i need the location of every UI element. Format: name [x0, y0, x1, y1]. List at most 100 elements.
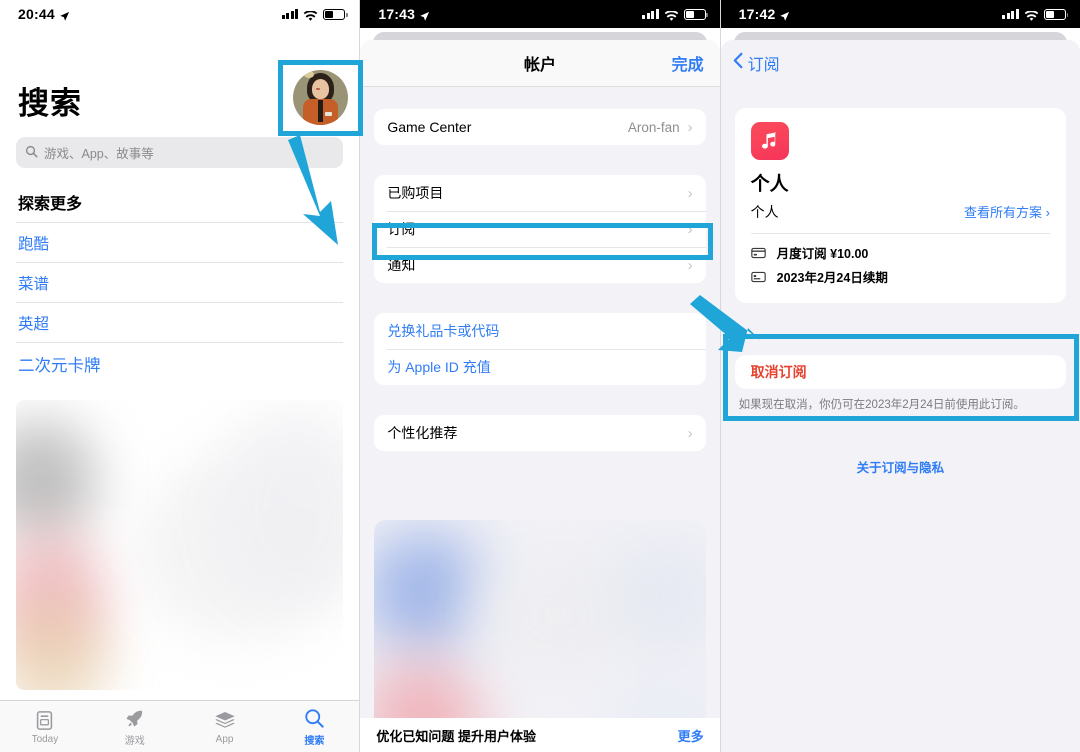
- status-right: [1002, 8, 1069, 21]
- search-icon: [25, 145, 38, 161]
- explore-link-0[interactable]: 跑酷: [16, 222, 344, 262]
- status-time: 20:44: [18, 6, 55, 22]
- price-line: 月度订阅 ¥10.00: [750, 243, 1050, 262]
- more-button[interactable]: 更多: [678, 726, 704, 745]
- card-divider: [750, 233, 1050, 234]
- chevron-right-icon: ›: [687, 424, 693, 442]
- search-placeholder: 游戏、App、故事等: [44, 147, 154, 161]
- row-label: 兑换礼品卡或代码: [387, 323, 500, 339]
- about-subscriptions-privacy-link[interactable]: 关于订阅与隐私: [721, 457, 1080, 476]
- credit-card-icon: [750, 246, 766, 259]
- subscription-app-name: 个人: [750, 174, 789, 195]
- cancel-note: 如果现在取消，你仍可在2023年2月24日前使用此订阅。: [738, 399, 1025, 411]
- page-title: 帐户: [523, 57, 556, 74]
- battery-icon: [683, 8, 709, 20]
- rocket-icon: [124, 707, 145, 730]
- explore-link-2[interactable]: 英超: [16, 302, 344, 342]
- panel-subscription-detail: 17:42 订阅 个人 个人 查看所有方案 › 月度订阅 ¥10.00 2023…: [719, 0, 1080, 752]
- row-label: Game Center: [387, 119, 472, 135]
- account-group-recommendations: 个性化推荐 ›: [374, 415, 706, 451]
- status-time: 17:42: [738, 6, 776, 22]
- account-nav-bar: 帐户 完成: [360, 40, 720, 87]
- row-label: 为 Apple ID 充值: [387, 359, 491, 375]
- row-redeem-gift-card[interactable]: 兑换礼品卡或代码: [374, 313, 705, 349]
- explore-link-1[interactable]: 菜谱: [16, 262, 344, 302]
- tab-search-label: 搜索: [304, 735, 325, 747]
- status-right: [642, 8, 709, 21]
- row-personalized-recommendations[interactable]: 个性化推荐 ›: [374, 415, 705, 451]
- status-right: [281, 8, 348, 21]
- tab-app[interactable]: App: [180, 701, 270, 752]
- tab-today-label: Today: [31, 733, 59, 745]
- bottom-promo-text: 优化已知问题 提升用户体验: [376, 728, 536, 744]
- plan-row: 个人 查看所有方案 ›: [751, 202, 1050, 222]
- status-left: 20:44: [18, 6, 70, 22]
- bottom-promo-bar[interactable]: 优化已知问题 提升用户体验 更多: [360, 718, 720, 752]
- sheet-stack: 帐户 完成 Game Center Aron-fan › 已购项目 › 订阅 ›…: [360, 28, 720, 752]
- explore-more-heading: 探索更多: [18, 196, 83, 213]
- plan-name: 个人: [750, 204, 779, 220]
- renew-line: 2023年2月24日续期: [750, 267, 1050, 286]
- row-subscriptions[interactable]: 订阅 ›: [374, 211, 706, 247]
- status-bar-panel3: 17:42: [720, 0, 1080, 28]
- row-add-funds[interactable]: 为 Apple ID 充值: [374, 349, 706, 385]
- tab-games-label: 游戏: [124, 735, 145, 747]
- blurred-content-preview: [16, 400, 344, 690]
- location-arrow-icon: [419, 9, 430, 21]
- signal-bars-icon: [281, 9, 299, 19]
- calendar-icon: [750, 270, 766, 283]
- location-arrow-icon: [779, 9, 790, 21]
- wifi-icon: [303, 9, 318, 21]
- three-panel-tutorial: 20:44 搜索 游戏、App、故事等 探索更多 跑酷 菜谱 英超 二次元卡牌 …: [0, 0, 1080, 752]
- tab-search[interactable]: 搜索: [269, 701, 359, 752]
- account-group-main: 已购项目 › 订阅 › 通知 ›: [374, 175, 706, 283]
- chevron-left-icon: [733, 52, 743, 74]
- stack-icon: [214, 709, 236, 732]
- row-notifications[interactable]: 通知 ›: [374, 247, 706, 283]
- apple-music-icon: [750, 122, 789, 160]
- sheet-stack: 订阅 个人 个人 查看所有方案 › 月度订阅 ¥10.00 2023年2月24日…: [720, 28, 1080, 752]
- subscription-sheet: 订阅 个人 个人 查看所有方案 › 月度订阅 ¥10.00 2023年2月24日…: [720, 40, 1080, 752]
- row-label: 个性化推荐: [387, 425, 458, 441]
- tab-games[interactable]: 游戏: [90, 701, 180, 752]
- wifi-icon: [664, 9, 679, 21]
- cancel-subscription-label: 取消订阅: [750, 364, 807, 380]
- panel1-content: 搜索 游戏、App、故事等 探索更多 跑酷 菜谱 英超 二次元卡牌: [0, 78, 359, 690]
- subscription-card: 个人 个人 查看所有方案 › 月度订阅 ¥10.00 2023年2月24日续期: [734, 108, 1066, 303]
- chevron-right-icon: ›: [687, 184, 693, 202]
- back-button[interactable]: 订阅: [721, 40, 1080, 86]
- tab-today[interactable]: Today: [0, 701, 90, 752]
- row-value: Aron-fan: [627, 119, 680, 135]
- location-arrow-icon: [59, 9, 70, 21]
- price-text: 月度订阅 ¥10.00: [776, 247, 869, 261]
- row-purchased[interactable]: 已购项目 ›: [374, 175, 705, 211]
- cancel-subscription-button[interactable]: 取消订阅: [734, 355, 1066, 389]
- renew-text: 2023年2月24日续期: [776, 271, 888, 285]
- status-time: 17:43: [378, 6, 416, 22]
- chevron-right-icon: ›: [687, 118, 693, 136]
- row-game-center[interactable]: Game Center Aron-fan ›: [374, 109, 705, 145]
- account-group-giftcards: 兑换礼品卡或代码 为 Apple ID 充值: [374, 313, 706, 385]
- signal-bars-icon: [642, 9, 659, 19]
- status-bar-panel1: 20:44: [0, 0, 360, 28]
- today-card-icon: [35, 709, 54, 732]
- chevron-right-icon: ›: [687, 256, 693, 274]
- search-icon: [304, 707, 325, 730]
- wifi-icon: [1024, 9, 1039, 21]
- account-sheet: 帐户 完成 Game Center Aron-fan › 已购项目 › 订阅 ›…: [360, 40, 720, 752]
- see-all-plans-button[interactable]: 查看所有方案 ›: [964, 202, 1050, 221]
- row-label: 订阅: [387, 221, 416, 237]
- chevron-right-icon: ›: [687, 220, 693, 238]
- panel-account-sheet: 17:43 帐户 完成 Game Center Aron-fan › 已购项目 …: [359, 0, 720, 752]
- status-left: 17:43: [378, 6, 430, 22]
- done-button[interactable]: 完成: [672, 51, 704, 75]
- search-input[interactable]: 游戏、App、故事等: [16, 137, 344, 168]
- tab-app-label: App: [215, 733, 234, 745]
- status-left: 17:42: [739, 6, 791, 22]
- avatar[interactable]: [285, 66, 356, 129]
- chevron-right-icon: ›: [1045, 205, 1050, 220]
- tab-bar: Today 游戏 App 搜索: [0, 700, 360, 752]
- see-all-plans-label: 查看所有方案: [964, 205, 1043, 220]
- row-label: 已购项目: [387, 185, 444, 201]
- explore-link-3[interactable]: 二次元卡牌: [16, 342, 344, 384]
